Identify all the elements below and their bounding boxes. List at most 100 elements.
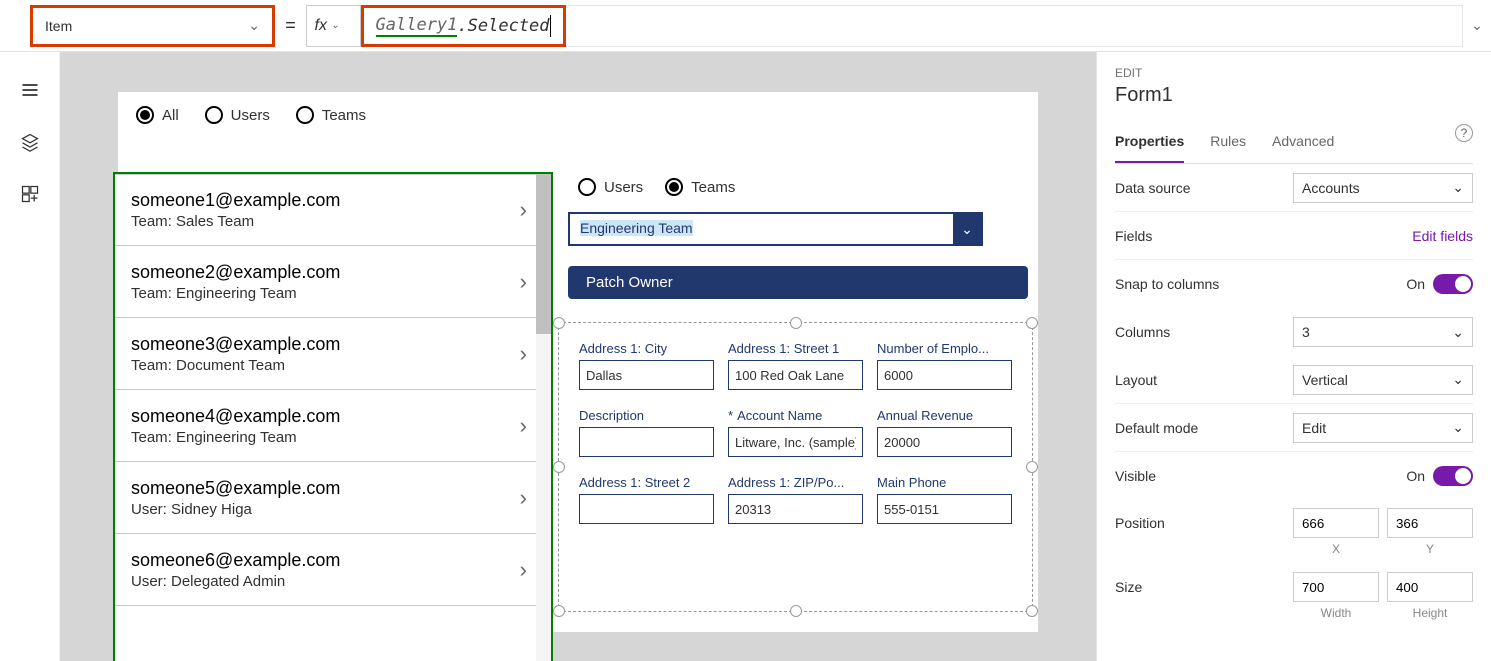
toggle-switch-icon bbox=[1433, 274, 1473, 294]
field-input[interactable] bbox=[728, 360, 863, 390]
help-icon[interactable]: ? bbox=[1455, 124, 1473, 142]
formula-input-extension[interactable] bbox=[566, 5, 1463, 47]
properties-panel: EDIT Form1 ? Properties Rules Advanced D… bbox=[1096, 52, 1491, 661]
prop-columns: Columns 3 ⌄ bbox=[1115, 308, 1473, 356]
chevron-down-icon[interactable]: ⌄ bbox=[953, 214, 981, 244]
gallery[interactable]: someone1@example.com Team: Sales Team › … bbox=[113, 172, 553, 661]
field-input[interactable] bbox=[579, 427, 714, 457]
field-input[interactable] bbox=[877, 427, 1012, 457]
tab-properties[interactable]: Properties bbox=[1115, 125, 1184, 163]
field-input[interactable] bbox=[579, 360, 714, 390]
gallery-item[interactable]: someone3@example.com Team: Document Team… bbox=[115, 318, 551, 390]
app-canvas[interactable]: All Users Teams someone1@example.com Tea… bbox=[118, 92, 1038, 632]
resize-handle[interactable] bbox=[1026, 605, 1038, 617]
resize-handle[interactable] bbox=[553, 317, 565, 329]
resize-handle[interactable] bbox=[1026, 317, 1038, 329]
tree-view-icon[interactable] bbox=[20, 80, 40, 100]
panel-mode-label: EDIT bbox=[1115, 66, 1473, 80]
field-input[interactable] bbox=[728, 427, 863, 457]
layers-icon[interactable] bbox=[20, 132, 40, 152]
resize-handle[interactable] bbox=[790, 605, 802, 617]
radio-owner-teams[interactable]: Teams bbox=[665, 178, 735, 196]
resize-handle[interactable] bbox=[553, 605, 565, 617]
chevron-right-icon: › bbox=[520, 485, 527, 511]
field-input[interactable] bbox=[877, 360, 1012, 390]
fx-button[interactable]: fx ⌄ bbox=[306, 5, 361, 47]
size-height-input[interactable] bbox=[1387, 572, 1473, 602]
tab-advanced[interactable]: Advanced bbox=[1272, 125, 1334, 163]
axis-label: Height bbox=[1387, 606, 1473, 620]
field-label: Address 1: Street 2 bbox=[579, 475, 714, 490]
edit-form[interactable]: Address 1: City Address 1: Street 1 Numb… bbox=[558, 322, 1033, 612]
field-label: *Account Name bbox=[728, 408, 863, 423]
properties-tabs: Properties Rules Advanced bbox=[1115, 125, 1473, 164]
field-label: Address 1: Street 1 bbox=[728, 341, 863, 356]
prop-label: Position bbox=[1115, 515, 1165, 531]
radio-owner-users[interactable]: Users bbox=[578, 178, 643, 196]
prop-label: Visible bbox=[1115, 468, 1156, 484]
resize-handle[interactable] bbox=[553, 461, 565, 473]
field-label: Address 1: City bbox=[579, 341, 714, 356]
radio-teams[interactable]: Teams bbox=[296, 106, 366, 124]
gallery-item[interactable]: someone4@example.com Team: Engineering T… bbox=[115, 390, 551, 462]
position-y-input[interactable] bbox=[1387, 508, 1473, 538]
gallery-item[interactable]: someone1@example.com Team: Sales Team › bbox=[115, 174, 551, 246]
axis-label: Width bbox=[1293, 606, 1379, 620]
gallery-item-sub: User: Delegated Admin bbox=[131, 573, 340, 590]
position-x-input[interactable] bbox=[1293, 508, 1379, 538]
form-field: Address 1: Street 2 bbox=[579, 475, 714, 524]
left-toolbar bbox=[0, 52, 60, 661]
form-field: Address 1: Street 1 bbox=[728, 341, 863, 390]
patch-owner-button[interactable]: Patch Owner bbox=[568, 266, 1028, 299]
default-mode-dropdown[interactable]: Edit ⌄ bbox=[1293, 413, 1473, 443]
visible-toggle[interactable]: On bbox=[1406, 466, 1473, 486]
insert-icon[interactable] bbox=[20, 184, 40, 204]
field-label: Number of Emplo... bbox=[877, 341, 1012, 356]
field-input[interactable] bbox=[579, 494, 714, 524]
prop-label: Size bbox=[1115, 579, 1142, 595]
prop-visible: Visible On bbox=[1115, 452, 1473, 500]
prop-label: Default mode bbox=[1115, 420, 1198, 436]
gallery-item[interactable]: someone2@example.com Team: Engineering T… bbox=[115, 246, 551, 318]
gallery-item[interactable]: someone5@example.com User: Sidney Higa › bbox=[115, 462, 551, 534]
gallery-item[interactable]: someone6@example.com User: Delegated Adm… bbox=[115, 534, 551, 606]
edit-fields-link[interactable]: Edit fields bbox=[1412, 228, 1473, 244]
resize-handle[interactable] bbox=[790, 317, 802, 329]
field-input[interactable] bbox=[728, 494, 863, 524]
axis-label: X bbox=[1293, 542, 1379, 556]
formula-expand-button[interactable]: ⌄ bbox=[1463, 17, 1491, 34]
team-combobox[interactable]: Engineering Team ⌄ bbox=[568, 212, 983, 246]
field-input[interactable] bbox=[877, 494, 1012, 524]
field-label: Annual Revenue bbox=[877, 408, 1012, 423]
radio-users[interactable]: Users bbox=[205, 106, 270, 124]
scrollbar-thumb[interactable] bbox=[536, 174, 551, 334]
resize-handle[interactable] bbox=[1026, 461, 1038, 473]
field-label: Main Phone bbox=[877, 475, 1012, 490]
gallery-item-email: someone4@example.com bbox=[131, 406, 340, 427]
owner-controls: Users Teams Engineering Team ⌄ Patch Own… bbox=[568, 178, 1028, 311]
snap-toggle[interactable]: On bbox=[1406, 274, 1473, 294]
size-width-input[interactable] bbox=[1293, 572, 1379, 602]
chevron-right-icon: › bbox=[520, 413, 527, 439]
radio-label: Teams bbox=[322, 107, 366, 124]
data-source-dropdown[interactable]: Accounts ⌄ bbox=[1293, 173, 1473, 203]
columns-dropdown[interactable]: 3 ⌄ bbox=[1293, 317, 1473, 347]
radio-icon bbox=[578, 178, 596, 196]
prop-label: Snap to columns bbox=[1115, 276, 1219, 292]
layout-dropdown[interactable]: Vertical ⌄ bbox=[1293, 365, 1473, 395]
form-field: Description bbox=[579, 408, 714, 457]
gallery-item-sub: Team: Document Team bbox=[131, 357, 340, 374]
scrollbar-track[interactable] bbox=[536, 174, 551, 661]
formula-input[interactable]: Gallery1.Selected bbox=[361, 5, 566, 47]
gallery-item-email: someone1@example.com bbox=[131, 190, 340, 211]
prop-size: Size Width Height bbox=[1115, 564, 1473, 628]
field-label: Description bbox=[579, 408, 714, 423]
chevron-right-icon: › bbox=[520, 197, 527, 223]
chevron-right-icon: › bbox=[520, 341, 527, 367]
property-selector[interactable]: Item ⌄ bbox=[30, 5, 275, 47]
tab-rules[interactable]: Rules bbox=[1210, 125, 1246, 163]
gallery-item-email: someone2@example.com bbox=[131, 262, 340, 283]
formula-token-control: Gallery1 bbox=[376, 15, 458, 37]
property-name: Item bbox=[45, 18, 72, 34]
radio-all[interactable]: All bbox=[136, 106, 179, 124]
